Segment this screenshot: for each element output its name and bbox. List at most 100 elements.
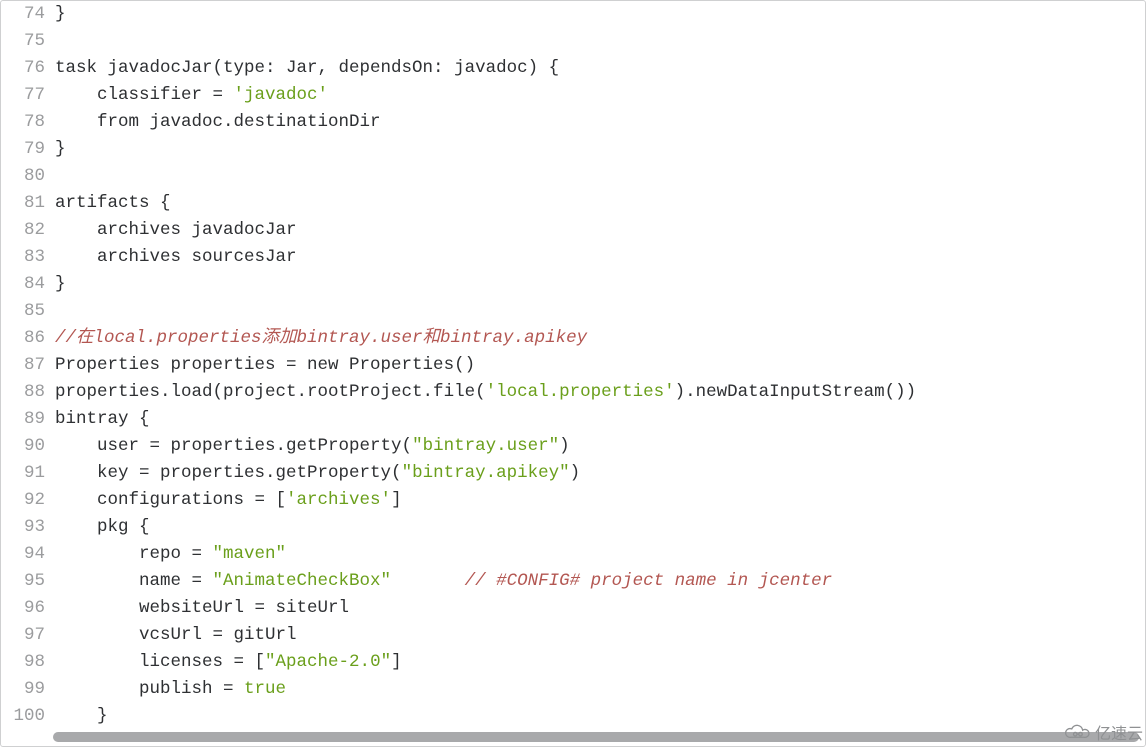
code-content[interactable]: key = properties.getProperty("bintray.ap… <box>55 460 1139 487</box>
line-number: 98 <box>7 649 55 676</box>
line-number: 90 <box>7 433 55 460</box>
line-number: 81 <box>7 190 55 217</box>
line-number: 84 <box>7 271 55 298</box>
code-line[interactable]: 87Properties properties = new Properties… <box>7 352 1139 379</box>
token-plain: key = properties.getProperty( <box>55 463 402 483</box>
line-number: 86 <box>7 325 55 352</box>
code-content[interactable]: licenses = ["Apache-2.0"] <box>55 649 1139 676</box>
code-line[interactable]: 98 licenses = ["Apache-2.0"] <box>7 649 1139 676</box>
token-comment: // #CONFIG# project name in jcenter <box>465 571 833 591</box>
token-plain: vcsUrl = gitUrl <box>55 625 297 645</box>
code-line[interactable]: 85 <box>7 298 1139 325</box>
code-content[interactable]: publish = true <box>55 676 1139 703</box>
line-number: 75 <box>7 28 55 55</box>
horizontal-scrollbar-track[interactable] <box>53 732 1139 742</box>
code-content[interactable]: archives sourcesJar <box>55 244 1139 271</box>
code-content[interactable]: properties.load(project.rootProject.file… <box>55 379 1139 406</box>
horizontal-scrollbar-thumb[interactable] <box>53 732 1139 742</box>
code-line[interactable]: 99 publish = true <box>7 676 1139 703</box>
code-line[interactable]: 84} <box>7 271 1139 298</box>
code-content[interactable]: vcsUrl = gitUrl <box>55 622 1139 649</box>
code-content[interactable]: pkg { <box>55 514 1139 541</box>
token-string: "AnimateCheckBox" <box>213 571 392 591</box>
token-plain: artifacts { <box>55 193 171 213</box>
code-viewer-frame: 74}75 76task javadocJar(type: Jar, depen… <box>0 0 1146 747</box>
code-line[interactable]: 82 archives javadocJar <box>7 217 1139 244</box>
code-line[interactable]: 100 } <box>7 703 1139 730</box>
code-line[interactable]: 86//在local.properties添加bintray.user和bint… <box>7 325 1139 352</box>
code-line[interactable]: 88properties.load(project.rootProject.fi… <box>7 379 1139 406</box>
code-content[interactable] <box>55 163 1139 190</box>
token-string: "bintray.user" <box>412 436 559 456</box>
code-line[interactable]: 80 <box>7 163 1139 190</box>
line-number: 77 <box>7 82 55 109</box>
line-number: 74 <box>7 1 55 28</box>
token-plain: publish = <box>55 679 244 699</box>
line-number: 94 <box>7 541 55 568</box>
code-content[interactable] <box>55 28 1139 55</box>
token-plain: pkg { <box>55 517 150 537</box>
code-line[interactable]: 90 user = properties.getProperty("bintra… <box>7 433 1139 460</box>
code-line[interactable]: 93 pkg { <box>7 514 1139 541</box>
line-number: 78 <box>7 109 55 136</box>
token-string: 'local.properties' <box>486 382 675 402</box>
code-line[interactable]: 81artifacts { <box>7 190 1139 217</box>
code-line[interactable]: 96 websiteUrl = siteUrl <box>7 595 1139 622</box>
code-content[interactable]: bintray { <box>55 406 1139 433</box>
code-line[interactable]: 94 repo = "maven" <box>7 541 1139 568</box>
line-number: 82 <box>7 217 55 244</box>
code-line[interactable]: 78 from javadoc.destinationDir <box>7 109 1139 136</box>
code-line[interactable]: 97 vcsUrl = gitUrl <box>7 622 1139 649</box>
token-plain: bintray { <box>55 409 150 429</box>
code-content[interactable]: artifacts { <box>55 190 1139 217</box>
code-content[interactable]: classifier = 'javadoc' <box>55 82 1139 109</box>
token-plain: user = properties.getProperty( <box>55 436 412 456</box>
token-plain: repo = <box>55 544 213 564</box>
token-plain: archives sourcesJar <box>55 247 297 267</box>
code-line[interactable]: 77 classifier = 'javadoc' <box>7 82 1139 109</box>
token-plain: configurations = [ <box>55 490 286 510</box>
code-content[interactable] <box>55 298 1139 325</box>
token-plain <box>391 571 465 591</box>
code-content[interactable]: } <box>55 136 1139 163</box>
code-content[interactable]: } <box>55 1 1139 28</box>
code-area[interactable]: 74}75 76task javadocJar(type: Jar, depen… <box>7 1 1139 734</box>
line-number: 88 <box>7 379 55 406</box>
token-plain: } <box>55 4 66 24</box>
code-line[interactable]: 83 archives sourcesJar <box>7 244 1139 271</box>
token-plain: ] <box>391 490 402 510</box>
code-content[interactable]: name = "AnimateCheckBox" // #CONFIG# pro… <box>55 568 1139 595</box>
code-line[interactable]: 76task javadocJar(type: Jar, dependsOn: … <box>7 55 1139 82</box>
line-number: 100 <box>7 703 55 730</box>
token-plain: ) <box>570 463 581 483</box>
token-string: "Apache-2.0" <box>265 652 391 672</box>
line-number: 83 <box>7 244 55 271</box>
code-content[interactable]: configurations = ['archives'] <box>55 487 1139 514</box>
code-content[interactable]: repo = "maven" <box>55 541 1139 568</box>
code-line[interactable]: 74} <box>7 1 1139 28</box>
token-plain: ] <box>391 652 402 672</box>
code-content[interactable]: user = properties.getProperty("bintray.u… <box>55 433 1139 460</box>
code-line[interactable]: 92 configurations = ['archives'] <box>7 487 1139 514</box>
code-line[interactable]: 95 name = "AnimateCheckBox" // #CONFIG# … <box>7 568 1139 595</box>
code-line[interactable]: 89bintray { <box>7 406 1139 433</box>
code-content[interactable]: from javadoc.destinationDir <box>55 109 1139 136</box>
code-content[interactable]: websiteUrl = siteUrl <box>55 595 1139 622</box>
code-content[interactable]: task javadocJar(type: Jar, dependsOn: ja… <box>55 55 1139 82</box>
code-content[interactable]: } <box>55 271 1139 298</box>
token-plain: licenses = [ <box>55 652 265 672</box>
code-content[interactable]: //在local.properties添加bintray.user和bintra… <box>55 325 1139 352</box>
token-plain: classifier = <box>55 85 234 105</box>
token-bool: true <box>244 679 286 699</box>
code-content[interactable]: archives javadocJar <box>55 217 1139 244</box>
token-string: "bintray.apikey" <box>402 463 570 483</box>
token-plain: from javadoc.destinationDir <box>55 112 381 132</box>
line-number: 99 <box>7 676 55 703</box>
code-content[interactable]: } <box>55 703 1139 730</box>
code-line[interactable]: 79} <box>7 136 1139 163</box>
line-number: 80 <box>7 163 55 190</box>
code-line[interactable]: 91 key = properties.getProperty("bintray… <box>7 460 1139 487</box>
code-content[interactable]: Properties properties = new Properties() <box>55 352 1139 379</box>
code-line[interactable]: 75 <box>7 28 1139 55</box>
token-plain: Properties properties = new Properties() <box>55 355 475 375</box>
